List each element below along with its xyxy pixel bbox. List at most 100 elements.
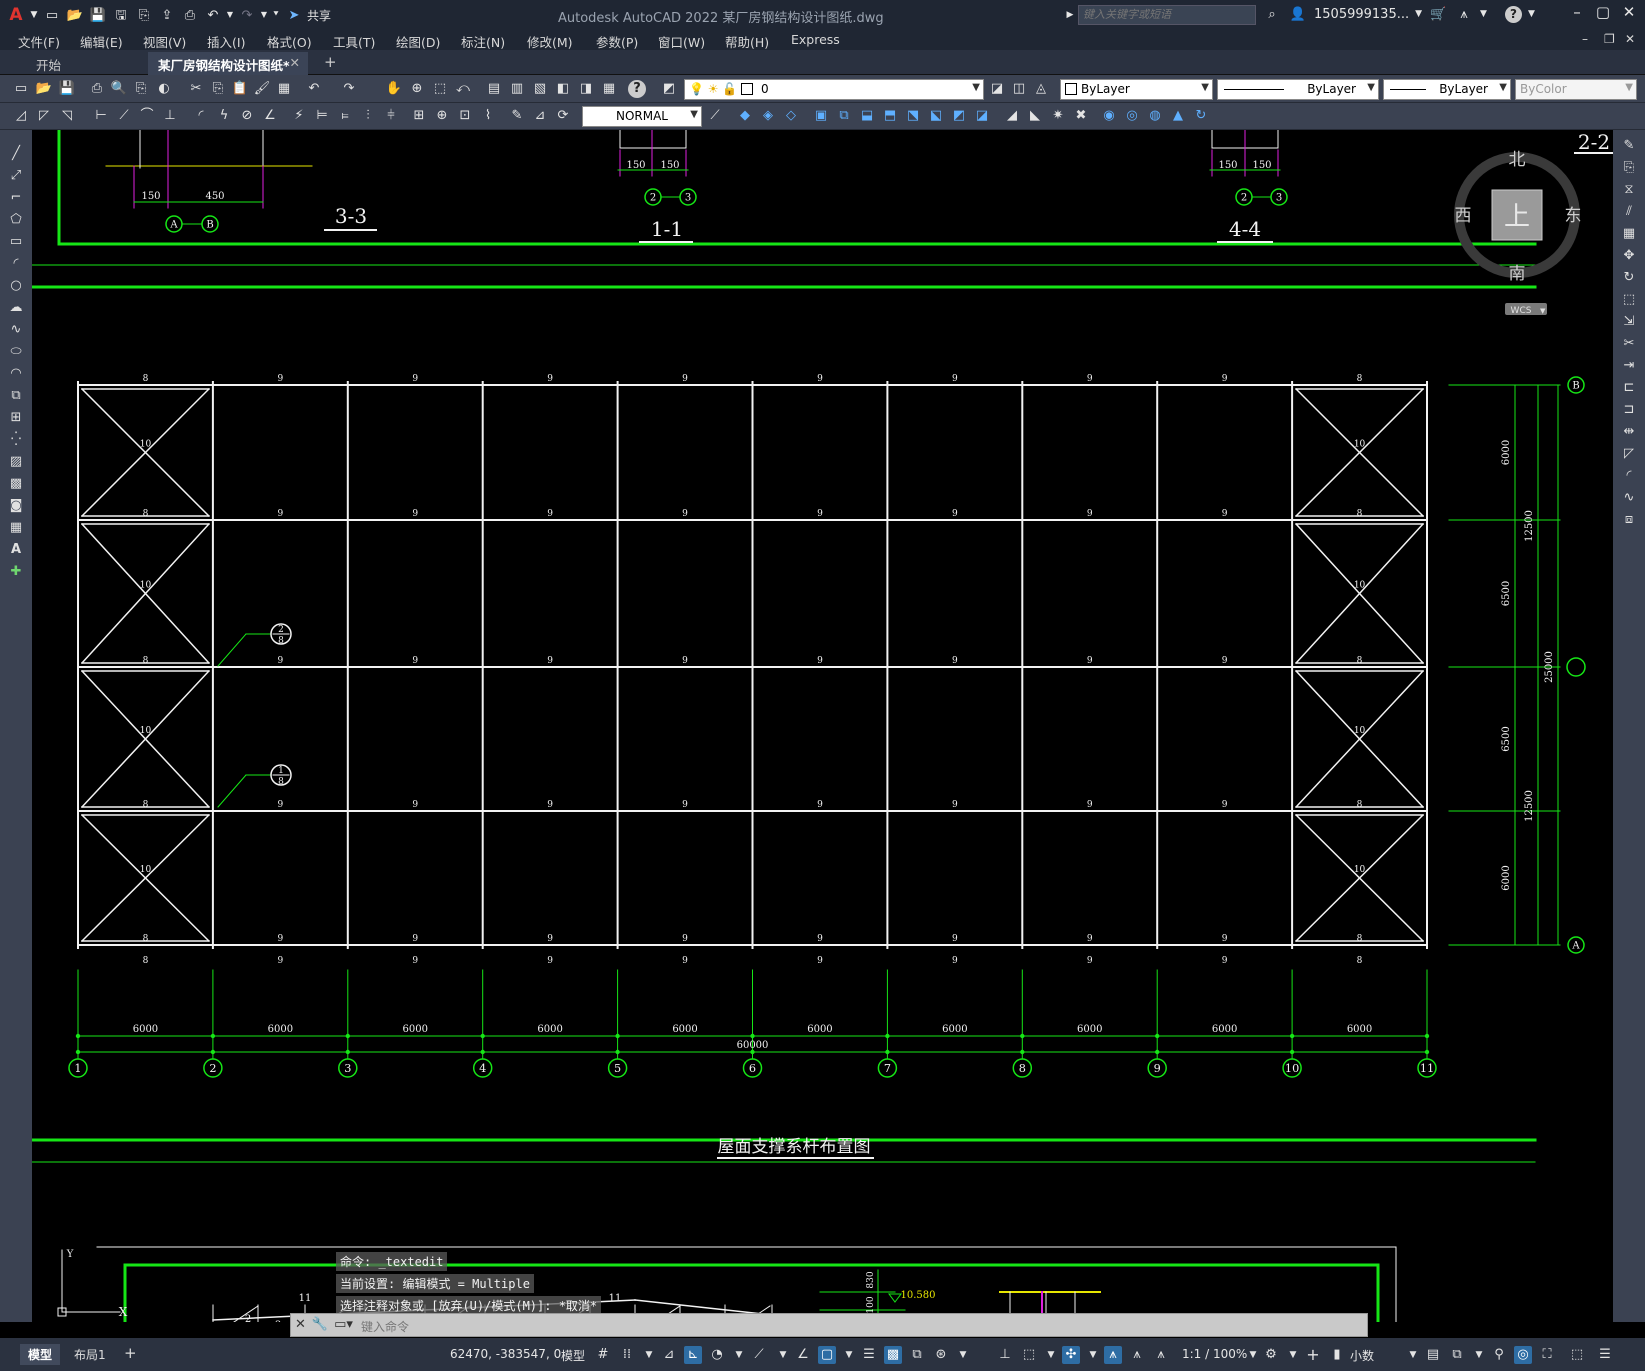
section-dim-value[interactable]: 150 [626,160,645,171]
elevation-value[interactable]: 100 [866,1296,876,1313]
design-center-icon[interactable]: ▥ [508,80,526,98]
member-label[interactable]: 8 [143,956,149,966]
layer-lock-icon[interactable]: 🔓 [722,82,737,96]
help-dropdown-icon[interactable]: ▼ [1528,9,1535,19]
tab-model[interactable]: 模型 [20,1344,61,1365]
break-point-icon[interactable]: ⊏ [1619,378,1639,398]
menu-parametric[interactable]: 参数(P) [596,32,638,51]
member-label[interactable]: 9 [682,656,688,666]
compass-west[interactable]: 西 [1455,206,1472,226]
fillet-icon[interactable]: ◣ [1026,107,1044,125]
brace-label[interactable]: 10 [140,440,152,450]
cut-icon[interactable]: ✂ [187,80,205,98]
dim-space-icon[interactable]: ⫶ [359,107,377,125]
search-icon[interactable]: ⌕ [1262,4,1282,24]
transparency-icon[interactable]: ▩ [884,1346,902,1364]
isolate-objects-icon[interactable]: ⚲ [1490,1346,1508,1364]
dim-break-icon[interactable]: ⫩ [382,107,400,125]
half-width-value[interactable]: 12500 [1524,790,1535,822]
break-tool-icon[interactable]: ⊐ [1619,400,1639,420]
member-label[interactable]: 9 [412,956,418,966]
rotate-icon[interactable]: ↻ [1619,268,1639,288]
member-label[interactable]: 9 [412,509,418,519]
bay-dimension-value[interactable]: 6000 [537,1024,562,1035]
callout-denominator[interactable]: 8 [278,636,284,646]
member-label[interactable]: 9 [952,934,958,944]
copy-3d-icon[interactable]: ◈ [759,107,777,125]
member-label[interactable]: 9 [682,509,688,519]
row-axis-b-label[interactable]: B [1572,381,1579,392]
filter-dropdown-icon[interactable]: ▼ [1042,1346,1060,1364]
member-label[interactable]: 8 [143,374,149,384]
3dosnap-dropdown-icon[interactable]: ▼ [954,1346,972,1364]
member-label[interactable]: 9 [952,509,958,519]
3d-dwf-icon[interactable]: ◐ [155,80,173,98]
grid-axis-10-label[interactable]: 10 [1285,1062,1299,1075]
isodraft-icon[interactable]: ⟋ [750,1346,768,1364]
member-label[interactable]: 9 [952,956,958,966]
section-dim-value[interactable]: 150 [141,191,160,202]
text-style-icon[interactable]: ◸ [35,107,53,125]
table-icon[interactable]: ▦ [6,518,26,538]
undo-tool-icon[interactable]: ↶ [305,80,323,98]
row-dimension-value[interactable]: 6000 [1501,865,1512,890]
member-label[interactable]: 9 [952,656,958,666]
member-label[interactable]: 9 [1222,800,1228,810]
member-label[interactable]: 9 [1087,800,1093,810]
stretch-tool-icon[interactable]: ⇲ [1619,312,1639,332]
dim-edit-icon[interactable]: ✎ [508,107,526,125]
qnew-icon[interactable]: ▭ [12,80,30,98]
point-icon[interactable]: ⁛ [6,430,26,450]
member-label[interactable]: 9 [682,934,688,944]
make-current-layer-icon[interactable]: ◪ [988,80,1006,98]
erase-tool-icon[interactable]: ✎ [1619,136,1639,156]
compass-north[interactable]: 北 [1509,150,1526,170]
fullscreen-icon[interactable]: ⬚ [1568,1346,1586,1364]
row-dimension-value[interactable]: 6500 [1501,726,1512,751]
member-label[interactable]: 9 [1222,956,1228,966]
section-title-3-3[interactable]: 3-3 [335,204,367,228]
member-label[interactable]: 8 [143,934,149,944]
member-label[interactable]: 9 [817,934,823,944]
member-label[interactable]: 9 [547,656,553,666]
color-dropdown-icon[interactable]: ▼ [1201,82,1209,93]
new-tab-icon[interactable]: + [318,52,344,75]
units-icon[interactable]: ▮ [1328,1346,1346,1364]
quick-dim-icon[interactable]: ⚡ [290,107,308,125]
model-space-canvas[interactable]: 150 450 A B 3-3 150 150 2 3 1-1 150 150 2 3 4-4 2-2 8 9 9 9… [32,130,1613,1322]
pan-icon[interactable]: ✋ [385,80,403,98]
brace-label[interactable]: 10 [140,865,152,875]
truss-member-label[interactable]: 11 [609,1293,622,1304]
join-icon[interactable]: ◪ [973,107,991,125]
section-axis-b-label[interactable]: B [206,220,213,231]
member-label[interactable]: 9 [1222,374,1228,384]
inspect-icon[interactable]: ⊡ [456,107,474,125]
callout-leader[interactable] [217,774,247,808]
text-style-dropdown-icon[interactable]: ▼ [690,109,698,120]
member-label[interactable]: 9 [412,934,418,944]
menu-express[interactable]: Express [791,32,840,47]
osnap-icon[interactable]: ▢ [818,1346,836,1364]
array-icon[interactable]: ▣ [812,107,830,125]
bay-dimension-value[interactable]: 6000 [133,1024,158,1035]
brace-label[interactable]: 10 [1354,726,1366,736]
command-close-icon[interactable]: ✕ [295,1317,306,1332]
arc-length-icon[interactable]: ⌒ [138,107,156,125]
layer-combo[interactable]: 💡 ☀ 🔓 0 ▼ [684,79,984,100]
jogged-linear-icon[interactable]: ⌇ [479,107,497,125]
markup-icon[interactable]: ◨ [577,80,595,98]
member-label[interactable]: 9 [817,509,823,519]
autocad-logo-icon[interactable]: A [6,5,26,25]
doc-close-icon[interactable]: ✕ [1625,32,1635,46]
plotstyle-combo[interactable]: ByColor ▼ [1515,79,1637,100]
menu-file[interactable]: 文件(F) [18,32,60,51]
menu-tools[interactable]: 工具(T) [333,32,375,51]
member-label[interactable]: 9 [277,800,283,810]
extrude-icon[interactable]: ▲ [1169,107,1187,125]
fillet-tool-icon[interactable]: ◜ [1619,466,1639,486]
section-axis-2-label[interactable]: 2 [1241,193,1247,204]
truss-member-label[interactable]: 2 [245,1314,251,1322]
diameter-dim-icon[interactable]: ⊘ [238,107,256,125]
autodesk-a360-icon[interactable]: ⩚ [1454,4,1474,24]
member-label[interactable]: 9 [682,956,688,966]
